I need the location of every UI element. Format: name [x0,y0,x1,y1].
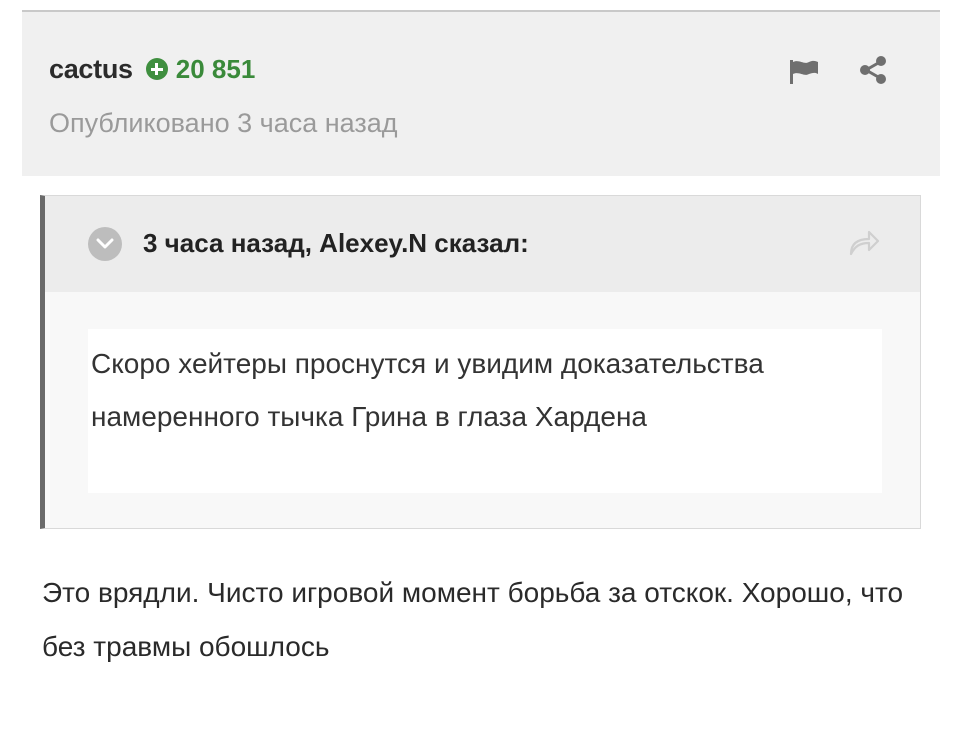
share-button[interactable] [857,54,889,86]
quote-header: 3 часа назад, Alexey.N сказал: [45,196,920,292]
post-text: Это врядли. Чисто игровой момент борьба … [42,577,904,662]
author-line: cactus 20 851 [49,52,255,86]
post-header: cactus 20 851 Опубликовано 3 часа назад [22,12,940,176]
share-icon [860,56,886,84]
reply-arrow-icon [849,230,880,256]
jump-to-quoted-post-button[interactable] [845,226,881,258]
quote-toggle-button[interactable] [88,227,122,261]
report-button[interactable] [787,56,821,86]
reputation-plus-icon [145,58,168,80]
forum-post: cactus 20 851 Опубликовано 3 часа назад [0,0,962,750]
quote-citation: 3 часа назад, Alexey.N сказал: [143,228,529,258]
reputation-count: 20 851 [175,53,256,84]
chevron-down-icon [96,238,114,249]
quote-body: Скоро хейтеры проснутся и увидим доказат… [88,329,882,493]
quote-text: Скоро хейтеры проснутся и увидим доказат… [91,348,764,432]
quote-block: 3 часа назад, Alexey.N сказал: Скоро хей… [40,195,921,529]
flag-icon [790,60,818,84]
published-time: Опубликовано 3 часа назад [49,108,398,138]
author-name[interactable]: cactus [49,54,133,85]
